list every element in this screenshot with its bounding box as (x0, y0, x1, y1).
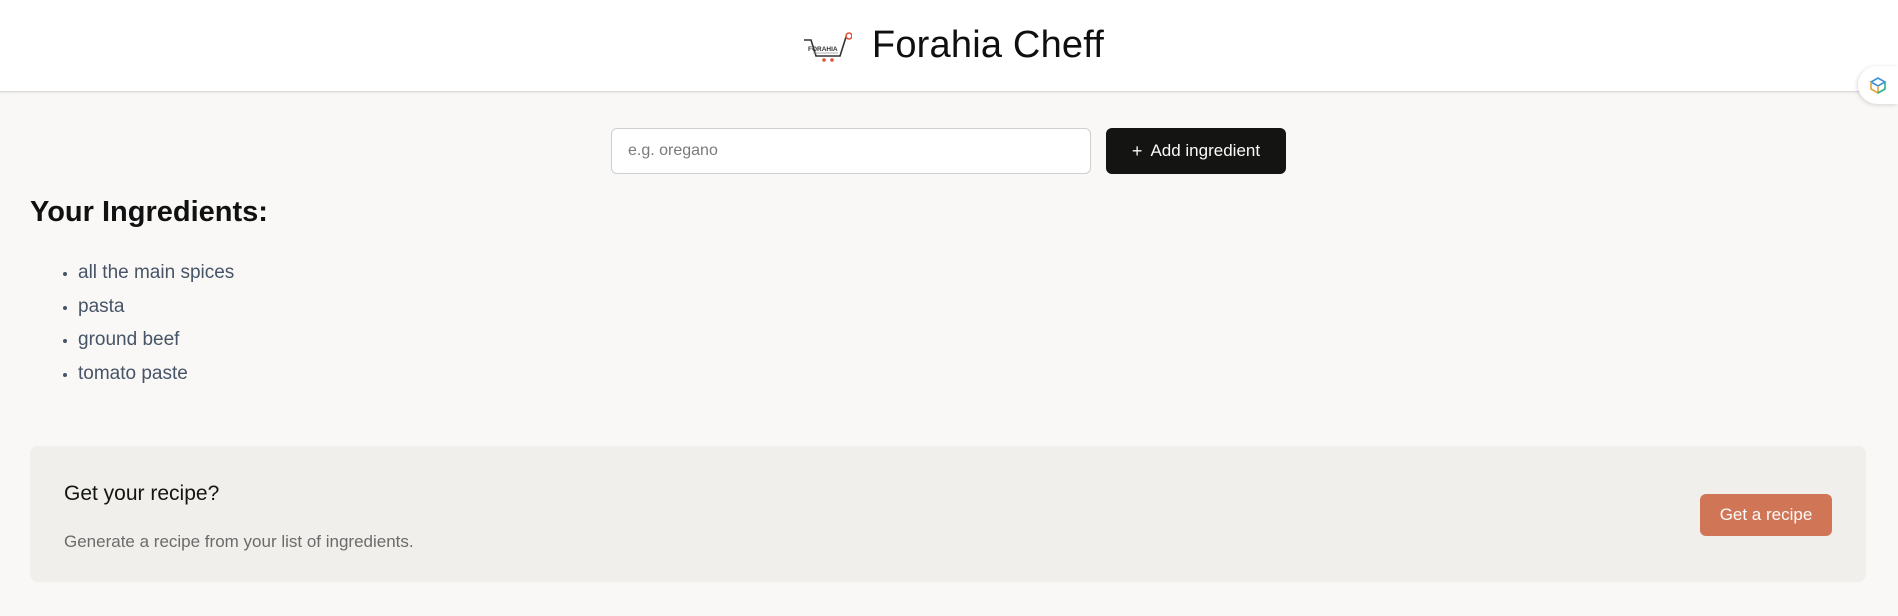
ingredients-heading: Your Ingredients: (30, 196, 268, 228)
extension-cube-icon (1869, 77, 1887, 95)
app-header: FORAHIA Forahia Cheff (0, 0, 1898, 92)
recipe-card-title: Get your recipe? (64, 482, 220, 505)
app-title: Forahia Cheff (871, 24, 1105, 66)
ingredient-item: pasta (78, 290, 234, 324)
recipe-card-description: Generate a recipe from your list of ingr… (64, 532, 414, 551)
ingredient-list: all the main spices pasta ground beef to… (78, 256, 234, 391)
ingredient-item: tomato paste (78, 357, 234, 391)
shopping-cart-logo: FORAHIA (803, 31, 852, 62)
ingredient-item: ground beef (78, 323, 234, 357)
logo-text: FORAHIA (808, 46, 838, 53)
add-ingredient-button[interactable]: + Add ingredient (1106, 128, 1286, 174)
ingredient-item: all the main spices (78, 256, 234, 290)
plus-icon: + (1131, 141, 1143, 161)
extension-tab[interactable] (1858, 66, 1898, 104)
add-ingredient-label: Add ingredient (1150, 141, 1261, 160)
add-ingredient-form: + Add ingredient (611, 128, 1286, 174)
get-recipe-button[interactable]: Get a recipe (1700, 494, 1832, 536)
get-recipe-card: Get your recipe? Generate a recipe from … (30, 446, 1866, 582)
ingredient-input[interactable] (611, 128, 1091, 174)
brand: FORAHIA Forahia Cheff (802, 24, 1104, 67)
